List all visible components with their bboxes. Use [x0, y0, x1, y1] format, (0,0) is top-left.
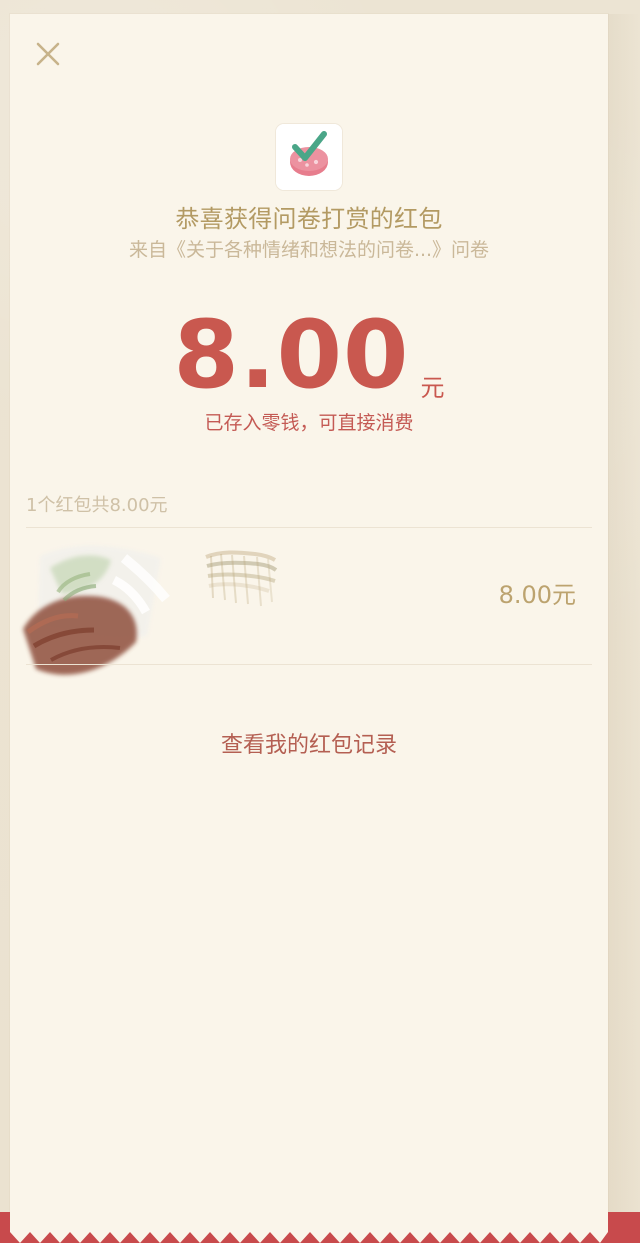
amount-display: 8.00 元: [10, 306, 608, 406]
packet-count: 1个红包共8.00元: [26, 495, 168, 516]
subtitle: 来自《关于各种情绪和想法的问卷...》问卷: [128, 239, 490, 261]
record-row: 8.00元: [23, 528, 592, 675]
close-icon: [36, 42, 60, 66]
avatar: [16, 534, 186, 704]
title: 恭喜获得问卷打赏的红包: [175, 205, 443, 233]
questionnaire-app-icon: [276, 124, 342, 190]
close-button[interactable]: [34, 40, 62, 68]
stored-note: 已存入零钱，可直接消费: [204, 412, 414, 434]
record-amount: 8.00元: [498, 581, 576, 609]
amount-unit: 元: [420, 374, 445, 402]
red-packet-detail-sheet: 恭喜获得问卷打赏的红包 来自《关于各种情绪和想法的问卷...》问卷 8.00 元…: [10, 14, 608, 1243]
amount-value: 8.00: [173, 301, 410, 410]
sheet-edge-shadow: [608, 14, 640, 1243]
view-red-packet-history-link[interactable]: 查看我的红包记录: [10, 731, 608, 761]
bottom-decorative-strip: [0, 1212, 640, 1243]
divider: [26, 664, 592, 665]
sender-name-blurred: [203, 546, 278, 612]
